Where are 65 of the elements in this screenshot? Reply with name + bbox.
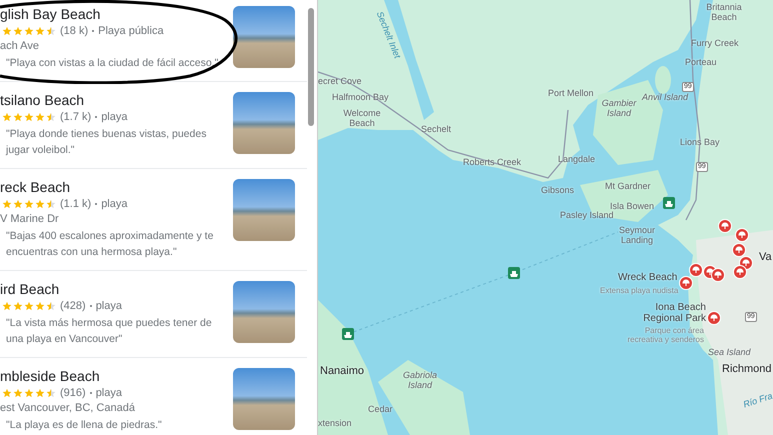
beach-label: Iona Beach Regional Park (642, 302, 706, 324)
place-label: Port Mellon (548, 88, 594, 98)
category-label: playa (96, 300, 122, 312)
review-snippet: "Bajas 400 escalones aproximadamente y te encuentras con una hermosa playa." (5, 229, 214, 260)
category-label: Playa pública (98, 25, 164, 37)
ferry-icon[interactable] (663, 197, 675, 209)
separator-dot (90, 305, 92, 307)
place-label: xtension (318, 418, 352, 428)
address-text: ach Ave (0, 40, 40, 52)
island-label: Gabriola Island (402, 370, 438, 390)
category-label: playa (101, 198, 128, 210)
place-label: Halfmoon Bay (332, 92, 389, 102)
review-count: (916) (60, 387, 86, 399)
place-name[interactable]: ird Beach (0, 281, 226, 297)
place-name[interactable]: reck Beach (0, 179, 226, 195)
review-count: (18 k) (60, 25, 88, 37)
place-label: Gibsons (541, 185, 574, 195)
review-count: (1.1 k) (60, 198, 92, 210)
separator-dot (95, 203, 98, 205)
review-count: (428) (60, 300, 86, 312)
map[interactable] (318, 0, 773, 435)
review-snippet: "Playa donde tienes buenas vistas, puedes jugar voleibol." (4, 127, 208, 158)
beach-pin-icon[interactable] (689, 263, 703, 277)
island-label: Gambier Island (600, 98, 638, 118)
place-label: Furry Creek (691, 38, 739, 48)
separator-dot (95, 116, 98, 118)
place-label: Porteau (685, 57, 717, 67)
beach-pin-icon[interactable] (735, 228, 749, 242)
category-label: playa (101, 111, 128, 123)
category-label: playa (96, 387, 122, 399)
place-label: Roberts Creek (463, 157, 522, 167)
separator-dot (90, 392, 92, 394)
beach-pin-icon[interactable] (718, 219, 732, 233)
place-label: Cedar (368, 404, 393, 414)
place-label: Britannia Beach (705, 2, 743, 22)
island-label: Sea Island (708, 347, 751, 357)
place-label: Seymour Landing (618, 225, 656, 245)
ferry-icon[interactable] (342, 328, 354, 340)
place-label: Welcome Beach (342, 108, 382, 128)
place-label: Sechelt (421, 124, 452, 134)
separator-dot (92, 30, 94, 32)
place-label: ecret Cove (318, 76, 362, 86)
address-text: est Vancouver, BC, Canadá (0, 402, 136, 414)
place-label: Mt Gardner (605, 181, 651, 191)
ferry-icon[interactable] (508, 267, 520, 279)
city-label: Richmond (722, 364, 772, 374)
place-label: Lions Bay (680, 137, 720, 147)
place-name[interactable]: tsilano Beach (0, 92, 226, 108)
island-label: Anvil Island (642, 92, 688, 102)
place-description: Extensa playa nudista (600, 286, 678, 295)
review-snippet: "Playa con vistas a la ciudad de fácil acceso." (5, 56, 220, 71)
review-snippet: "La playa es de llena de piedras." (5, 418, 163, 433)
place-label: Isla Bowen (610, 201, 654, 211)
city-label: Va (759, 252, 772, 262)
place-label: Langdale (558, 154, 596, 164)
beach-label: Wreck Beach (618, 272, 678, 283)
beach-pin-icon[interactable] (679, 276, 693, 290)
place-label: Pasley Island (560, 210, 614, 220)
city-label: Nanaimo (320, 366, 364, 376)
review-snippet: "La vista más hermosa que puedes tener de una playa en Vancouver" (5, 316, 213, 347)
place-name[interactable]: glish Bay Beach (0, 6, 226, 22)
place-name[interactable]: mbleside Beach (0, 368, 226, 384)
review-count: (1.7 k) (60, 111, 92, 123)
address-text: V Marine Dr (0, 213, 60, 225)
water-label: Río Fra (742, 390, 773, 410)
